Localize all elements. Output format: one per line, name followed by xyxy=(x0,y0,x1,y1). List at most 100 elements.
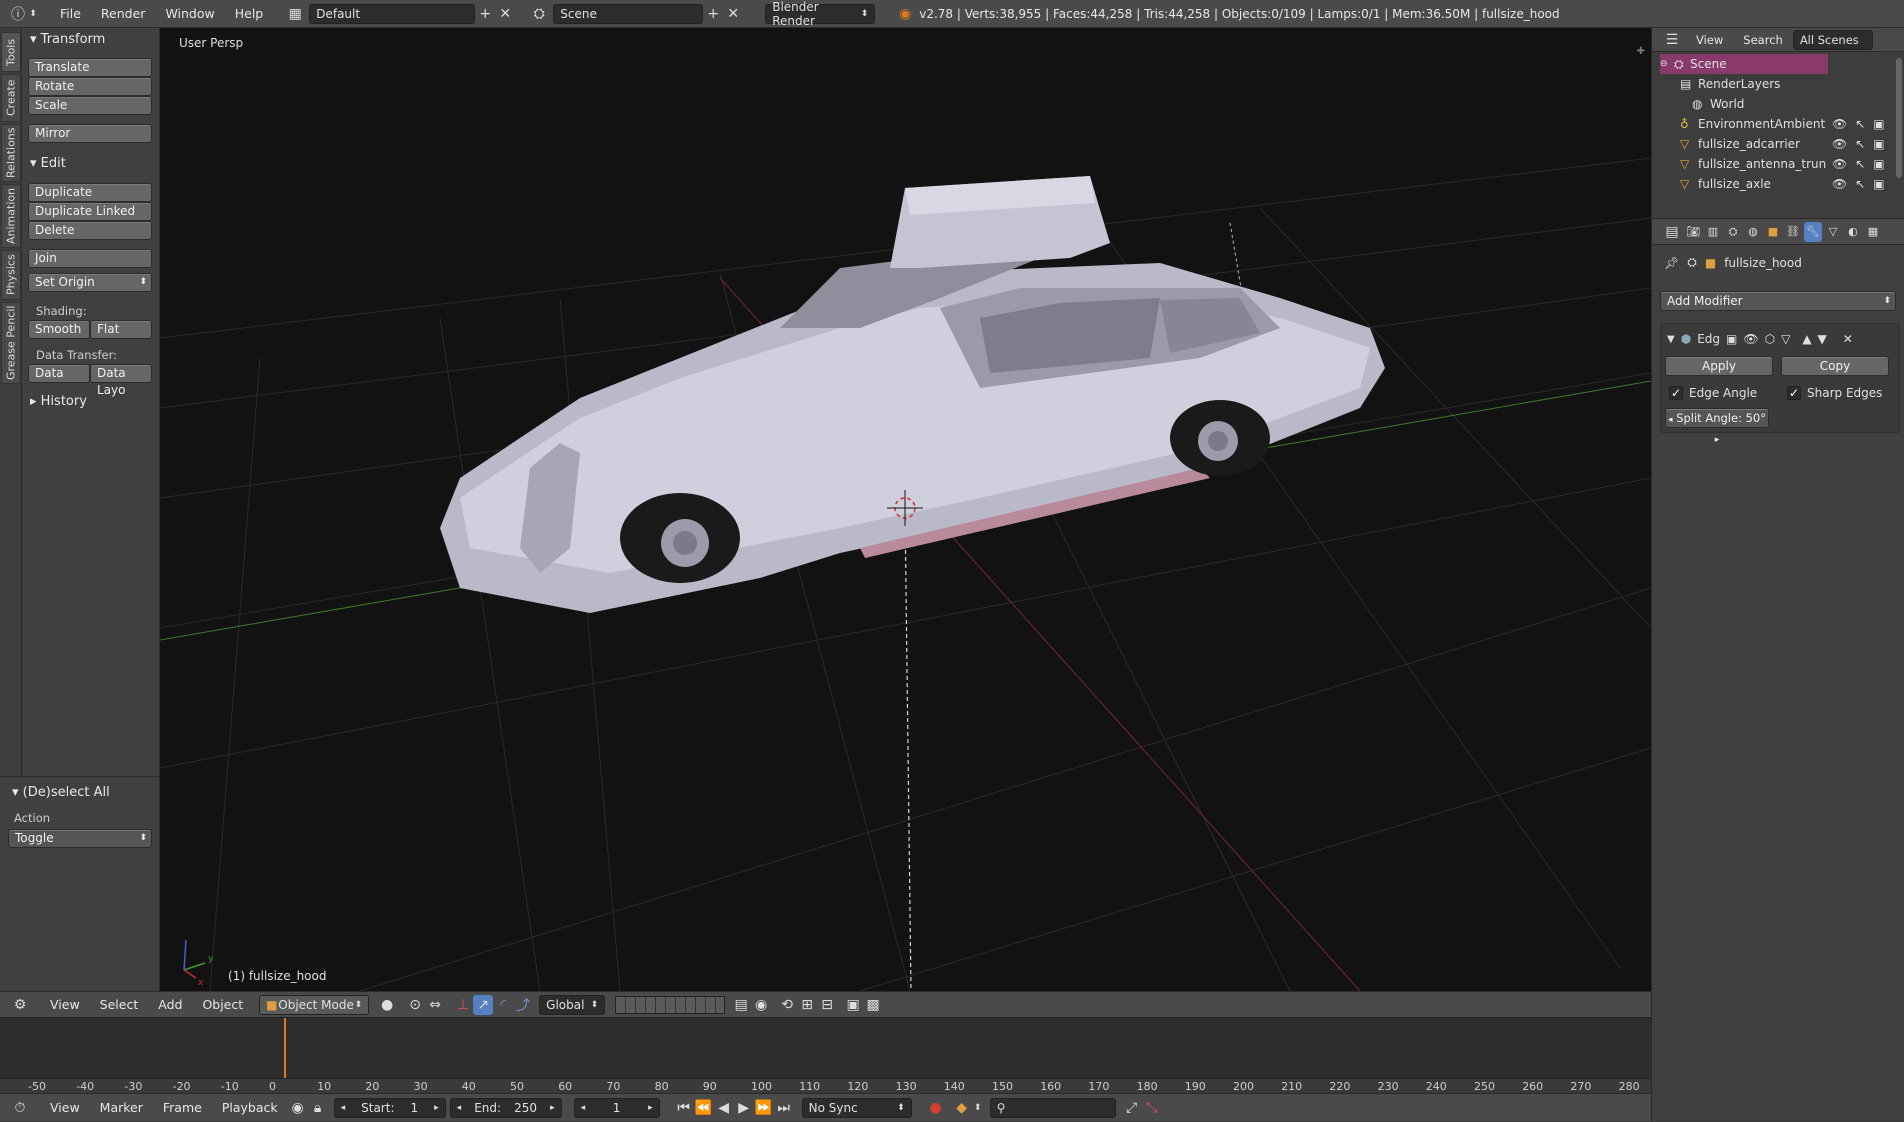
data-tab-icon[interactable]: ▽ xyxy=(1824,222,1842,242)
decrement-arrow-icon[interactable]: ◂ xyxy=(457,1103,462,1113)
check-icon[interactable]: ✓ xyxy=(1787,386,1801,400)
render-toggle-icon[interactable]: ▣ xyxy=(1726,332,1737,346)
menu-marker[interactable]: Marker xyxy=(90,1094,153,1122)
increment-arrow-icon[interactable]: ▸ xyxy=(550,1103,555,1113)
outliner-row-world[interactable]: ◍ World xyxy=(1692,94,1904,114)
render-tab-icon[interactable]: 📷︎ xyxy=(1684,222,1702,242)
modifier-name[interactable]: Edg xyxy=(1697,332,1720,346)
sync-dropdown[interactable]: No Sync ⬍ xyxy=(801,1097,912,1118)
menu-view[interactable]: View xyxy=(40,991,90,1019)
tab-grease-pencil[interactable]: Grease Pencil xyxy=(1,302,21,384)
add-layout-icon[interactable]: + xyxy=(475,4,495,24)
timeline-editor-icon[interactable]: ⏱ xyxy=(10,1098,30,1118)
flat-button[interactable]: Flat xyxy=(90,320,152,339)
mode-dropdown[interactable]: ■ Object Mode ⬍ xyxy=(259,994,370,1015)
constraints-tab-icon[interactable]: ⛓ xyxy=(1784,222,1802,242)
properties-editor-icon[interactable]: ▤ xyxy=(1662,222,1682,242)
expand-icon[interactable]: ⊖ xyxy=(1660,59,1674,69)
select-arrow-icon[interactable]: ↖ xyxy=(1855,177,1865,191)
select-arrow-icon[interactable]: ↖ xyxy=(1855,137,1865,151)
move-up-icon[interactable]: ▲ xyxy=(1802,332,1811,346)
data-button[interactable]: Data xyxy=(28,364,90,383)
lock-icon[interactable]: 🔒︎ xyxy=(308,1098,328,1118)
transform-curve-icon[interactable]: ⤴ xyxy=(513,995,533,1015)
tab-animation[interactable]: Animation xyxy=(1,184,21,248)
increment-arrow-icon[interactable]: ▸ xyxy=(1715,435,1720,445)
action-dropdown[interactable]: Toggle ⬍ xyxy=(8,829,152,848)
decrement-arrow-icon[interactable]: ◂ xyxy=(1668,415,1673,425)
pin-icon[interactable]: 📌︎ xyxy=(1664,256,1679,270)
outliner-row-renderlayers[interactable]: ▤ RenderLayers xyxy=(1680,74,1904,94)
keying-icon[interactable]: ◉ xyxy=(288,1098,308,1118)
play-icon[interactable]: ▶ xyxy=(734,1098,754,1118)
opengl-render-icon[interactable]: ▣ xyxy=(843,995,863,1015)
duplicate-button[interactable]: Duplicate xyxy=(28,183,152,202)
visibility-eye-icon[interactable]: 👁︎ xyxy=(1832,117,1847,131)
timeline-playhead[interactable] xyxy=(284,1018,286,1084)
transform-panel-header[interactable]: ▾ Transform xyxy=(30,32,105,47)
select-arrow-icon[interactable]: ↖ xyxy=(1855,117,1865,131)
timeline-area[interactable]: -50 -40 -30 -20 -10 0 10 20 30 40 50 60 70 80 90 100 110… xyxy=(0,1017,1651,1094)
editor-type-icon[interactable]: ⚙ xyxy=(10,995,30,1015)
manipulator-icon[interactable]: ⇔ xyxy=(425,995,445,1015)
visibility-eye-icon[interactable]: 👁︎ xyxy=(1832,137,1847,151)
edge-angle-checkbox[interactable]: ✓ Edge Angle xyxy=(1669,386,1757,400)
transform-scale-icon[interactable]: ◜ xyxy=(493,995,513,1015)
render-icon[interactable]: ▣ xyxy=(1873,137,1884,151)
tab-create[interactable]: Create xyxy=(1,74,21,122)
add-scene-icon[interactable]: + xyxy=(703,4,723,24)
menu-playback[interactable]: Playback xyxy=(212,1094,288,1122)
cage-toggle-icon[interactable]: ▽ xyxy=(1781,332,1790,346)
render-engine-dropdown[interactable]: Blender Render ⬍ xyxy=(765,0,876,28)
translate-button[interactable]: Translate xyxy=(28,58,152,77)
outliner-scrollbar[interactable] xyxy=(1896,58,1902,178)
remove-modifier-icon[interactable]: ✕ xyxy=(1843,332,1853,346)
increment-arrow-icon[interactable]: ▸ xyxy=(434,1103,439,1113)
menu-add[interactable]: Add xyxy=(148,991,192,1019)
jump-end-icon[interactable]: ⏭ xyxy=(774,1098,794,1118)
pivot-point-icon[interactable]: ⊙ xyxy=(405,995,425,1015)
transform-rotate-icon[interactable]: ↗ xyxy=(473,994,494,1015)
tab-tools[interactable]: Tools xyxy=(1,32,21,72)
scene-icon[interactable]: ⛭ xyxy=(529,4,549,24)
start-frame-field[interactable]: ◂ Start: 1 ▸ xyxy=(333,1097,446,1118)
outliner-row-adcarrier[interactable]: ▽ fullsize_adcarrier 👁︎ ↖ ▣ xyxy=(1680,134,1900,154)
move-down-icon[interactable]: ▼ xyxy=(1818,332,1827,346)
layer-buttons[interactable] xyxy=(615,995,726,1014)
outliner-row-scene[interactable]: ⊖ ⛭ Scene xyxy=(1660,54,1828,74)
car-model[interactable] xyxy=(440,176,1385,613)
transform-translate-icon[interactable]: ⊥ xyxy=(453,995,473,1015)
outliner-row-antenna[interactable]: ▽ fullsize_antenna_trunk 👁︎ ↖ ▣ xyxy=(1680,154,1900,174)
menu-object[interactable]: Object xyxy=(192,991,253,1019)
snap-element-icon[interactable]: ⊟ xyxy=(817,995,837,1015)
delete-button[interactable]: Delete xyxy=(28,221,152,240)
check-icon[interactable]: ✓ xyxy=(1669,386,1683,400)
copy-button[interactable]: Copy xyxy=(1781,356,1889,376)
keyframe-type-icon[interactable]: ◆ xyxy=(952,1098,972,1118)
end-frame-field[interactable]: ◂ End: 250 ▸ xyxy=(449,1097,562,1118)
menu-search[interactable]: Search xyxy=(1733,26,1793,54)
viewport-split-icon[interactable]: ✚ xyxy=(1637,46,1645,57)
modifiers-tab-icon[interactable]: 🔧︎ xyxy=(1804,221,1822,242)
keying-set-arrows-icon[interactable]: ⬍ xyxy=(972,1098,984,1118)
visibility-eye-icon[interactable]: 👁︎ xyxy=(1832,157,1847,171)
snap-target-icon[interactable]: ⊞ xyxy=(797,995,817,1015)
prev-keyframe-icon[interactable]: ⏪ xyxy=(694,1098,714,1118)
3d-viewport[interactable]: User Persp (1) fullsize_hood x y ✚ xyxy=(160,28,1651,991)
keying-set-field[interactable]: ⚲ xyxy=(989,1097,1116,1118)
outliner-editor-icon[interactable]: ☰ xyxy=(1662,30,1682,50)
add-modifier-dropdown[interactable]: Add Modifier ⬍ xyxy=(1660,291,1896,311)
menu-frame[interactable]: Frame xyxy=(153,1094,212,1122)
rotate-button[interactable]: Rotate xyxy=(28,77,152,96)
remove-scene-icon[interactable]: ✕ xyxy=(723,4,743,24)
render-icon[interactable]: ▣ xyxy=(1873,117,1884,131)
tab-physics[interactable]: Physics xyxy=(1,250,21,300)
editmode-toggle-icon[interactable]: ⬡ xyxy=(1765,332,1775,346)
remove-layout-icon[interactable]: ✕ xyxy=(495,4,515,24)
delete-keyframe-icon[interactable]: ⤡ xyxy=(1142,1098,1162,1118)
texture-tab-icon[interactable]: ▦ xyxy=(1864,222,1882,242)
render-icon[interactable]: ▣ xyxy=(1873,177,1884,191)
menu-file[interactable]: File xyxy=(50,0,91,28)
increment-arrow-icon[interactable]: ▸ xyxy=(648,1103,653,1113)
world-tab-icon[interactable]: ◍ xyxy=(1744,222,1762,242)
